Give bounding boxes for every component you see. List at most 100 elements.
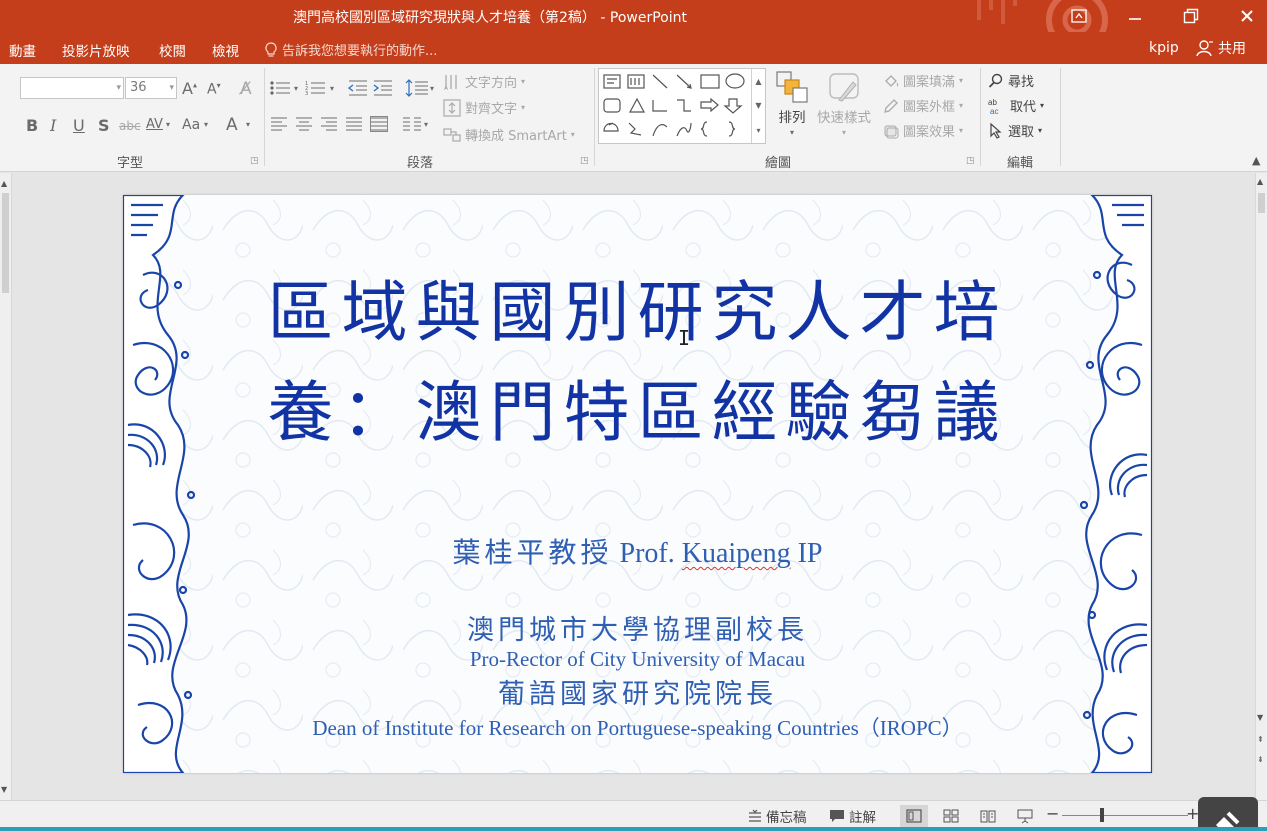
shape-effects-button[interactable]: 圖案效果 ▾ [883, 121, 963, 140]
shape-outline-label: 圖案外框 [903, 100, 956, 115]
title-bar: 澳門高校國別區域研究現狀與人才培養（第2稿） - PowerPoint [0, 0, 1267, 32]
chevron-down-icon: ▾ [204, 120, 209, 129]
author-line[interactable]: 葉桂平教授 Prof. Kuaipeng IP [123, 531, 1152, 571]
chevron-down-icon: ▾ [521, 103, 526, 112]
paragraph-dialog-launcher-icon[interactable]: ◳ [580, 156, 589, 166]
chevron-down-icon: ▾ [424, 120, 429, 129]
increase-indent-icon[interactable] [373, 80, 393, 96]
slide-show-button[interactable] [1011, 805, 1039, 827]
ribbon-tabs: 動畫 投影片放映 校閱 檢視 告訴我您想要執行的動作... kpip 共用 [0, 32, 1267, 64]
role-1-english[interactable]: Pro-Rector of City University of Macau [123, 647, 1152, 672]
font-size-box[interactable]: 36 ▾ [125, 77, 177, 99]
chevron-down-icon: ▾ [570, 130, 575, 139]
font-dialog-launcher-icon[interactable]: ◳ [250, 156, 259, 166]
quick-styles-icon [829, 73, 859, 102]
align-center-icon[interactable] [295, 116, 313, 132]
scroll-up-icon[interactable]: ▲ [1, 179, 7, 188]
shape-effects-label: 圖案效果 [903, 125, 956, 140]
ribbon-display-options-button[interactable] [1056, 0, 1102, 32]
zoom-slider-track[interactable] [1062, 815, 1188, 816]
gallery-scroll[interactable]: ▲ ▼ ▾ [751, 69, 765, 143]
chevron-down-icon: ▾ [959, 126, 964, 135]
thumbnail-scrollbar-thumb[interactable] [2, 193, 9, 293]
arrange-button[interactable]: 排列 ▾ [775, 70, 809, 137]
clear-formatting-button[interactable]: A̸ [240, 79, 252, 99]
share-button[interactable]: 共用 [1196, 38, 1246, 58]
author-surname: IP [797, 538, 823, 569]
decrease-indent-icon[interactable] [348, 80, 368, 96]
next-slide-icon[interactable]: ⇟ [1257, 755, 1264, 764]
align-right-icon[interactable] [320, 116, 338, 132]
comments-button[interactable]: 註解 [829, 806, 876, 826]
change-case-button[interactable]: Aa [182, 117, 200, 133]
shape-outline-button[interactable]: 圖案外框 ▾ [883, 96, 963, 115]
align-text-button[interactable]: 對齊文字 ▾ [443, 98, 525, 117]
role-1-chinese[interactable]: 澳門城市大學協理副校長 [123, 608, 1152, 647]
chevron-down-icon: ▾ [116, 83, 121, 93]
scrollbar-thumb[interactable] [1258, 193, 1265, 213]
slide-sorter-icon [943, 809, 959, 823]
tell-me-box[interactable]: 告訴我您想要執行的動作... [265, 40, 437, 59]
text-direction-button[interactable]: A 文字方向 ▾ [443, 72, 525, 91]
shape-effects-icon [884, 125, 899, 138]
tab-view[interactable]: 檢視 [212, 40, 239, 60]
character-spacing-button[interactable]: AV [146, 117, 163, 132]
text-shadow-button[interactable]: S [98, 116, 110, 135]
user-account[interactable]: kpip [1149, 40, 1179, 56]
select-button[interactable]: 選取 ▾ [988, 121, 1042, 140]
reading-view-icon [980, 810, 996, 823]
zoom-out-button[interactable]: − [1046, 804, 1059, 823]
bold-button[interactable]: B [26, 116, 38, 135]
quick-styles-button[interactable]: 快速樣式 ▾ [817, 70, 871, 137]
numbering-icon[interactable]: 123 [305, 80, 327, 96]
scroll-up-icon[interactable]: ▲ [1257, 177, 1263, 186]
slide-title-line-2[interactable]: 養：澳門特區經驗芻議 [123, 359, 1152, 455]
author-name-chinese: 葉桂平教授 [452, 536, 613, 569]
convert-smartart-button[interactable]: 轉換成 SmartArt ▾ [443, 125, 575, 144]
distributed-icon[interactable] [370, 116, 388, 132]
role-2-english[interactable]: Dean of Institute for Research on Portug… [123, 712, 1152, 742]
line-spacing-icon[interactable] [405, 79, 429, 97]
slide-canvas[interactable]: 區域與國別研究人才培 養：澳門特區經驗芻議 葉桂平教授 Prof. Kuaipe… [123, 195, 1152, 773]
shrink-font-button[interactable]: A▾ [207, 81, 221, 98]
strikethrough-button[interactable]: abc [119, 119, 141, 133]
presentation-icon [1017, 809, 1033, 824]
shape-fill-button[interactable]: 圖案填滿 ▾ [883, 71, 963, 90]
collapse-ribbon-icon[interactable]: ▲ [1252, 154, 1260, 167]
thumbnail-pane-edge[interactable]: ▲ ▼ [0, 173, 12, 800]
tab-slide-show[interactable]: 投影片放映 [62, 40, 130, 60]
previous-slide-icon[interactable]: ⇞ [1257, 735, 1264, 744]
slide-sorter-button[interactable] [937, 805, 965, 827]
shapes-gallery[interactable]: ▲ ▼ ▾ [598, 68, 766, 144]
notes-label: 備忘稿 [766, 810, 807, 826]
role-2-chinese[interactable]: 葡語國家研究院院長 [123, 672, 1152, 711]
notes-button[interactable]: 備忘稿 [748, 806, 807, 826]
zoom-slider-thumb[interactable] [1100, 808, 1104, 822]
chevron-down-icon: ▾ [959, 76, 964, 85]
tab-animations[interactable]: 動畫 [9, 40, 36, 60]
font-name-box[interactable]: ▾ [20, 77, 124, 99]
arrange-label: 排列 [778, 110, 806, 126]
vertical-scrollbar[interactable]: ▲ ▼ ⇞ ⇟ [1255, 173, 1267, 800]
scroll-down-icon[interactable]: ▼ [1257, 713, 1263, 722]
tab-review[interactable]: 校閱 [159, 40, 186, 60]
slide-title-line-1[interactable]: 區域與國別研究人才培 [123, 259, 1152, 355]
reading-view-button[interactable] [974, 805, 1002, 827]
bullets-icon[interactable] [270, 80, 292, 96]
scroll-down-icon[interactable]: ▼ [1, 785, 7, 794]
columns-icon[interactable] [402, 116, 422, 132]
replace-button[interactable]: ab ac 取代 ▾ [988, 96, 1044, 116]
align-left-icon[interactable] [270, 116, 288, 132]
italic-button[interactable]: I [50, 116, 56, 135]
grow-font-button[interactable]: A▴ [182, 79, 197, 98]
justify-icon[interactable] [345, 116, 363, 132]
close-button[interactable] [1224, 0, 1267, 32]
normal-view-button[interactable] [900, 805, 928, 827]
find-button[interactable]: 尋找 [988, 71, 1034, 90]
ribbon: ▾ 36 ▾ A▴ A▾ A̸ B I U S abc AV ▾ Aa ▾ A … [0, 64, 1267, 172]
font-color-button[interactable]: A [226, 115, 238, 135]
minimize-button[interactable] [1112, 0, 1158, 32]
normal-view-icon [906, 809, 922, 823]
maximize-button[interactable] [1168, 0, 1214, 32]
underline-button[interactable]: U [73, 116, 85, 135]
